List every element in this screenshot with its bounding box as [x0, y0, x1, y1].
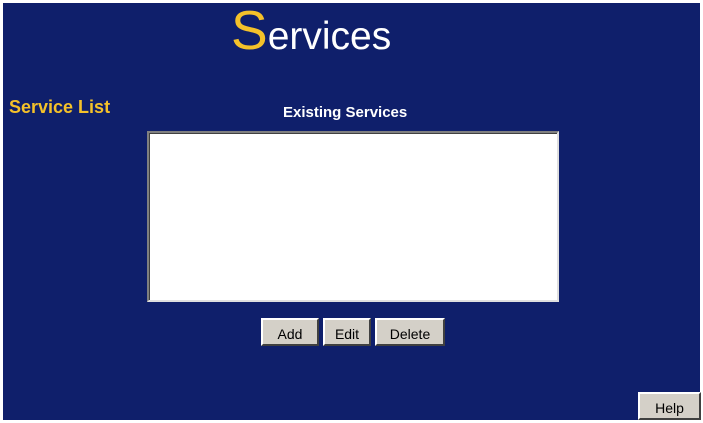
page-title-rest: ervices — [267, 15, 392, 58]
edit-button[interactable]: Edit — [323, 318, 371, 346]
page-title: Services — [231, 3, 391, 83]
existing-services-heading: Existing Services — [283, 104, 408, 121]
section-label: Service List — [9, 97, 111, 117]
delete-button[interactable]: Delete — [375, 318, 445, 346]
page-title-initial: S — [231, 0, 268, 61]
existing-services-list[interactable] — [147, 131, 559, 302]
add-button[interactable]: Add — [261, 318, 319, 346]
help-button[interactable]: Help — [638, 392, 701, 420]
services-panel: Services Service List Existing Services … — [3, 3, 701, 420]
